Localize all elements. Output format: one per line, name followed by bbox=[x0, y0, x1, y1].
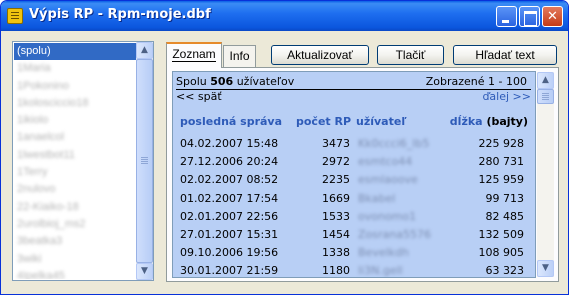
tab-panel: Spolu 506 užívateľov Zobrazené 1 - 100 <… bbox=[166, 67, 559, 282]
window-title: Výpis RP - Rpm-moje.dbf bbox=[29, 7, 211, 22]
cell-count: 3473 bbox=[322, 137, 350, 150]
back-link[interactable]: << späť bbox=[176, 90, 222, 103]
list-item[interactable]: 4Ipelka45 bbox=[14, 268, 136, 279]
table-row[interactable]: 27.12.2006 20:24 2972 esmtco44 280 731 bbox=[173, 153, 535, 171]
summary-count: 506 bbox=[210, 75, 234, 88]
scroll-thumb[interactable] bbox=[537, 89, 554, 104]
print-button[interactable]: Tlačiť bbox=[377, 45, 444, 65]
list-item[interactable]: 22-Kiaiko-18 bbox=[14, 199, 136, 216]
list-item[interactable]: 3wiki bbox=[14, 251, 136, 268]
next-link[interactable]: ďalej >> bbox=[482, 90, 531, 103]
cell-count: 2235 bbox=[322, 173, 350, 187]
listing-view[interactable]: Spolu 506 užívateľov Zobrazené 1 - 100 <… bbox=[172, 71, 536, 278]
user-list[interactable]: (spolu) 1Maria 1Pokonino 1kolosciccio18 1iki… bbox=[12, 41, 154, 281]
minimize-button[interactable] bbox=[496, 6, 517, 27]
table-row[interactable]: 02.01.2007 22:56 1533 ovonomo1 82 485 bbox=[173, 208, 535, 226]
cell-date: 27.12.2006 20:24 bbox=[180, 155, 279, 169]
column-header-last-message[interactable]: posledná správa bbox=[180, 115, 282, 128]
cell-length: 225 928 bbox=[478, 137, 525, 150]
divider bbox=[176, 89, 531, 90]
listing-scrollbar[interactable]: ▲ ▼ bbox=[537, 72, 554, 277]
user-list-scrollbar[interactable]: ▲ ▼ bbox=[136, 42, 153, 280]
search-text-button[interactable]: Hľadať text bbox=[453, 45, 557, 65]
table-row[interactable]: 02.02.2007 08:52 2235 esmlaoove 125 959 bbox=[173, 171, 535, 189]
cell-date: 02.01.2007 22:56 bbox=[180, 209, 279, 223]
cell-user[interactable]: Zosrana5576 bbox=[358, 226, 431, 244]
title-bar[interactable]: Výpis RP - Rpm-moje.dbf ✕ bbox=[1, 1, 568, 31]
tab-zoznam-label: Zoznam bbox=[172, 47, 216, 62]
cell-count: 1454 bbox=[322, 227, 350, 241]
list-item[interactable]: 1Pokonino bbox=[14, 78, 136, 95]
cell-length: 280 731 bbox=[478, 155, 525, 169]
cell-date: 04.02.2007 15:48 bbox=[180, 137, 279, 150]
cell-user[interactable]: ovonomo1 bbox=[358, 208, 416, 226]
cell-count: 1533 bbox=[322, 209, 350, 223]
scroll-up-icon[interactable]: ▲ bbox=[537, 72, 554, 89]
column-header-user[interactable]: užívateľ bbox=[356, 115, 407, 128]
list-item[interactable]: (spolu) bbox=[14, 43, 136, 61]
table-row[interactable]: 01.02.2007 17:54 1669 Bkabel 99 713 bbox=[173, 190, 535, 208]
cell-user[interactable]: esmtco44 bbox=[358, 153, 412, 171]
cell-user[interactable]: Kk0ccci6_lb5 bbox=[358, 135, 429, 153]
list-item[interactable]: 1Terry bbox=[14, 164, 136, 181]
cell-user[interactable]: Bkabel bbox=[358, 190, 395, 208]
cell-date: 27.01.2007 15:31 bbox=[180, 227, 279, 241]
shown-range: Zobrazené 1 - 100 bbox=[425, 75, 527, 88]
scroll-down-icon[interactable]: ▼ bbox=[537, 260, 554, 277]
column-header-count[interactable]: počet RP bbox=[296, 115, 351, 128]
listing-rows: 04.02.2007 15:48 3473 Kk0ccci6_lb5 225 928 2… bbox=[173, 135, 535, 278]
table-row[interactable]: 27.01.2007 15:31 1454 Zosrana5576 132 509 bbox=[173, 226, 535, 244]
list-item[interactable]: 2nulovo bbox=[14, 181, 136, 198]
maximize-button[interactable] bbox=[519, 6, 540, 27]
list-item[interactable]: 1ikiolo bbox=[14, 112, 136, 129]
list-item[interactable]: 1Maria bbox=[14, 60, 136, 77]
tab-info[interactable]: Info bbox=[223, 45, 256, 67]
scroll-down-icon[interactable]: ▼ bbox=[136, 263, 153, 280]
table-row[interactable]: 09.10.2006 19:56 1338 Bevelkdh 108 905 bbox=[173, 244, 535, 262]
tab-zoznam[interactable]: Zoznam bbox=[166, 42, 222, 68]
cell-length: 132 509 bbox=[478, 227, 525, 241]
cell-length: 82 485 bbox=[485, 209, 525, 223]
table-row[interactable]: 30.01.2007 21:59 1180 li3N.gell 63 323 bbox=[173, 262, 535, 278]
summary-suffix: užívateľov bbox=[233, 75, 295, 88]
column-header-length-label: dĺžka bbox=[449, 115, 483, 128]
summary-prefix: Spolu bbox=[176, 75, 211, 88]
refresh-button[interactable]: Aktualizovať bbox=[271, 45, 369, 65]
cell-count: 1338 bbox=[322, 246, 350, 260]
cell-length: 63 323 bbox=[485, 264, 525, 278]
cell-length: 125 959 bbox=[478, 173, 525, 187]
list-item[interactable]: 1anaelcol bbox=[14, 129, 136, 146]
list-item[interactable]: 3beatka3 bbox=[14, 233, 136, 250]
table-row[interactable]: 04.02.2007 15:48 3473 Kk0ccci6_lb5 225 928 bbox=[173, 135, 535, 153]
column-header-length[interactable]: dĺžka (bajty) bbox=[450, 115, 528, 128]
cell-count: 1180 bbox=[322, 264, 350, 278]
app-icon[interactable] bbox=[7, 8, 23, 24]
list-item[interactable]: 2urolbioj_ms2 bbox=[14, 216, 136, 233]
list-item[interactable]: 1kolosciccio18 bbox=[14, 95, 136, 112]
cell-date: 02.02.2007 08:52 bbox=[180, 173, 279, 187]
cell-count: 2972 bbox=[322, 155, 350, 169]
cell-count: 1669 bbox=[322, 191, 350, 205]
cell-user[interactable]: li3N.gell bbox=[358, 262, 403, 277]
cell-length: 108 905 bbox=[478, 246, 525, 260]
cell-length: 99 713 bbox=[485, 191, 525, 205]
cell-date: 09.10.2006 19:56 bbox=[180, 246, 279, 260]
cell-date: 30.01.2007 21:59 bbox=[180, 264, 279, 278]
cell-user[interactable]: Bevelkdh bbox=[358, 244, 409, 262]
cell-date: 01.02.2007 17:54 bbox=[180, 191, 279, 205]
list-item[interactable]: 1lwestbot11 bbox=[14, 147, 136, 164]
close-button[interactable]: ✕ bbox=[542, 6, 563, 27]
column-header-length-unit: (bajty) bbox=[486, 115, 528, 128]
scroll-up-icon[interactable]: ▲ bbox=[136, 42, 153, 59]
scroll-thumb[interactable] bbox=[136, 59, 153, 263]
summary-text: Spolu 506 užívateľov bbox=[176, 75, 294, 88]
cell-user[interactable]: esmlaoove bbox=[358, 171, 418, 189]
user-list-items: (spolu) 1Maria 1Pokonino 1kolosciccio18 1iki… bbox=[14, 43, 136, 279]
main-window: Výpis RP - Rpm-moje.dbf ✕ (spolu) 1Maria 1… bbox=[0, 0, 569, 295]
